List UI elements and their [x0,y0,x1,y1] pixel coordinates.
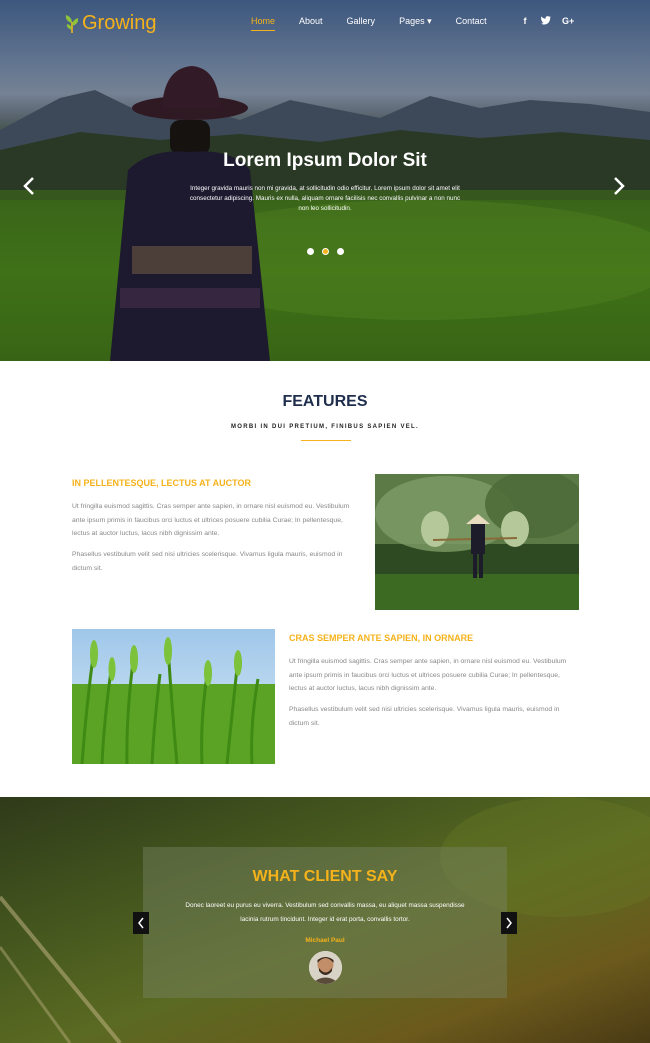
feature-2-para-2: Phasellus vestibulum velit sed nisi ultr… [289,706,560,727]
testimonial-card: WHAT CLIENT SAY Donec laoreet eu purus e… [143,847,507,998]
nav-contact[interactable]: Contact [456,16,487,31]
nav-gallery[interactable]: Gallery [347,16,376,31]
slider-dot-3[interactable] [337,248,344,255]
twitter-icon[interactable] [541,16,551,27]
client-name: Michael Paul [305,937,345,944]
nav-home[interactable]: Home [251,16,276,31]
logo-text: Growing [82,12,157,34]
main-menu: Home About Gallery Pages ▾ Contact [251,16,511,31]
hero-next-arrow[interactable] [612,176,632,198]
feature-1-para-2: Phasellus vestibulum velit sed nisi ultr… [72,551,343,572]
feature-1-heading: IN PELLENTESQUE, LECTUS AT AUCTOR [72,478,252,488]
logo[interactable]: Growing [64,12,156,35]
leaf-icon [65,14,79,33]
google-plus-icon[interactable]: G+ [562,16,574,27]
farmer-image [375,474,579,610]
hero-text: Integer gravida mauris non mi gravida, a… [189,185,461,212]
hero-title: Lorem Ipsum Dolor Sit [223,150,427,171]
hero-prev-arrow[interactable] [22,176,42,198]
slider-dots [307,248,344,255]
chevron-left-icon [23,177,34,195]
nav-about[interactable]: About [299,16,323,31]
top-navigation: Growing Home About Gallery Pages ▾ Conta… [0,0,650,46]
testimonial-prev-arrow[interactable] [133,912,149,934]
chevron-right-icon [506,917,512,929]
testimonial-next-arrow[interactable] [501,912,517,934]
feature-2-para-1: Ut fringilla euismod sagittis. Cras semp… [289,658,567,692]
testimonial-title: WHAT CLIENT SAY [252,868,398,885]
chevron-right-icon [614,177,625,195]
social-links: f G+ [520,16,575,27]
facebook-icon[interactable]: f [520,16,530,27]
features-title: FEATURES [282,393,368,410]
testimonial-section: WHAT CLIENT SAY Donec laoreet eu purus e… [0,797,650,1043]
title-divider [301,440,351,441]
chevron-left-icon [138,917,144,929]
hero-slider: Growing Home About Gallery Pages ▾ Conta… [0,0,650,361]
testimonial-quote: Donec laoreet eu purus eu viverra. Vesti… [185,902,465,923]
feature-1-para-1: Ut fringilla euismod sagittis. Cras semp… [72,503,350,537]
feature-2-heading: CRAS SEMPER ANTE SAPIEN, IN ORNARE [289,633,474,643]
wheat-image [72,629,275,764]
slider-dot-1[interactable] [307,248,314,255]
features-subtitle: MORBI IN DUI PRETIUM, FINIBUS SAPIEN VEL… [231,424,419,430]
slider-dot-2[interactable] [322,248,329,255]
avatar [309,951,342,984]
nav-pages-dropdown[interactable]: Pages ▾ [399,16,432,31]
